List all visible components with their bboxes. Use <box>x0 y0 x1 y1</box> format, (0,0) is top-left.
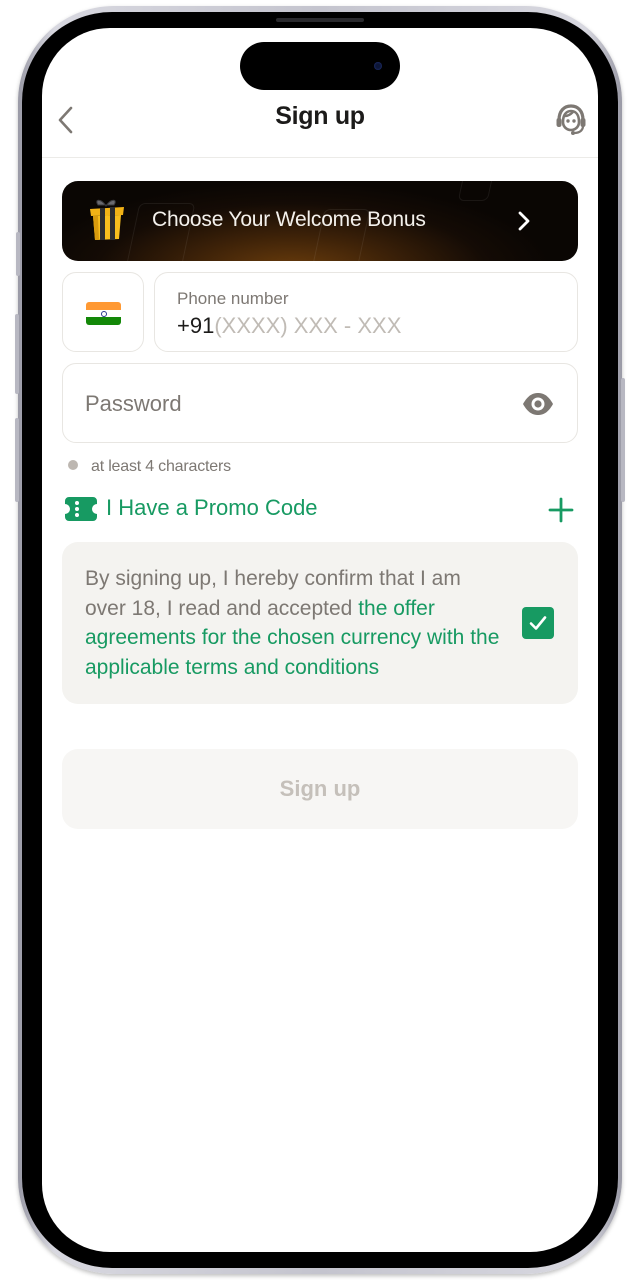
sign-up-button[interactable]: Sign up <box>62 749 578 829</box>
phone-action-button <box>16 232 20 276</box>
phone-speaker <box>276 18 364 22</box>
country-code-selector[interactable] <box>62 272 144 352</box>
plus-icon <box>548 497 574 523</box>
eye-icon <box>523 393 553 415</box>
terms-text: By signing up, I hereby confirm that I a… <box>85 564 505 682</box>
india-flag-icon <box>86 302 121 325</box>
chevron-right-icon <box>518 211 530 231</box>
requirement-status-dot <box>68 460 78 470</box>
welcome-bonus-banner[interactable]: Choose Your Welcome Bonus <box>62 181 578 261</box>
phone-number-label: Phone number <box>177 289 289 308</box>
banner-decoration <box>457 181 497 201</box>
phone-number-input[interactable]: Phone number +91(XXXX) XXX - XXX <box>154 272 578 352</box>
phone-volume-up-button <box>15 314 19 394</box>
ticket-icon <box>65 497 97 521</box>
gift-icon <box>90 199 124 240</box>
support-button[interactable] <box>554 102 588 136</box>
terms-checkbox[interactable] <box>522 607 554 639</box>
toggle-password-visibility-button[interactable] <box>521 390 555 418</box>
promo-code-label: I Have a Promo Code <box>106 495 318 520</box>
dynamic-island <box>240 42 400 90</box>
promo-code-toggle[interactable]: I Have a Promo Code <box>62 492 578 526</box>
phone-volume-down-button <box>15 418 19 502</box>
app-header: Sign up <box>42 88 598 158</box>
password-requirement-text: at least 4 characters <box>91 458 231 475</box>
terms-agreement: By signing up, I hereby confirm that I a… <box>62 542 578 704</box>
headset-support-icon <box>556 104 586 135</box>
checkmark-icon <box>529 616 547 630</box>
phone-number-value: +91(XXXX) XXX - XXX <box>177 313 401 339</box>
phone-power-button <box>621 378 625 502</box>
password-placeholder: Password <box>85 391 182 416</box>
front-camera <box>374 62 382 70</box>
phone-country-prefix: +91 <box>177 313 215 338</box>
password-input[interactable]: Password <box>62 363 578 443</box>
welcome-bonus-label: Choose Your Welcome Bonus <box>152 208 426 231</box>
page-title: Sign up <box>275 102 365 130</box>
phone-number-placeholder: (XXXX) XXX - XXX <box>214 313 402 338</box>
